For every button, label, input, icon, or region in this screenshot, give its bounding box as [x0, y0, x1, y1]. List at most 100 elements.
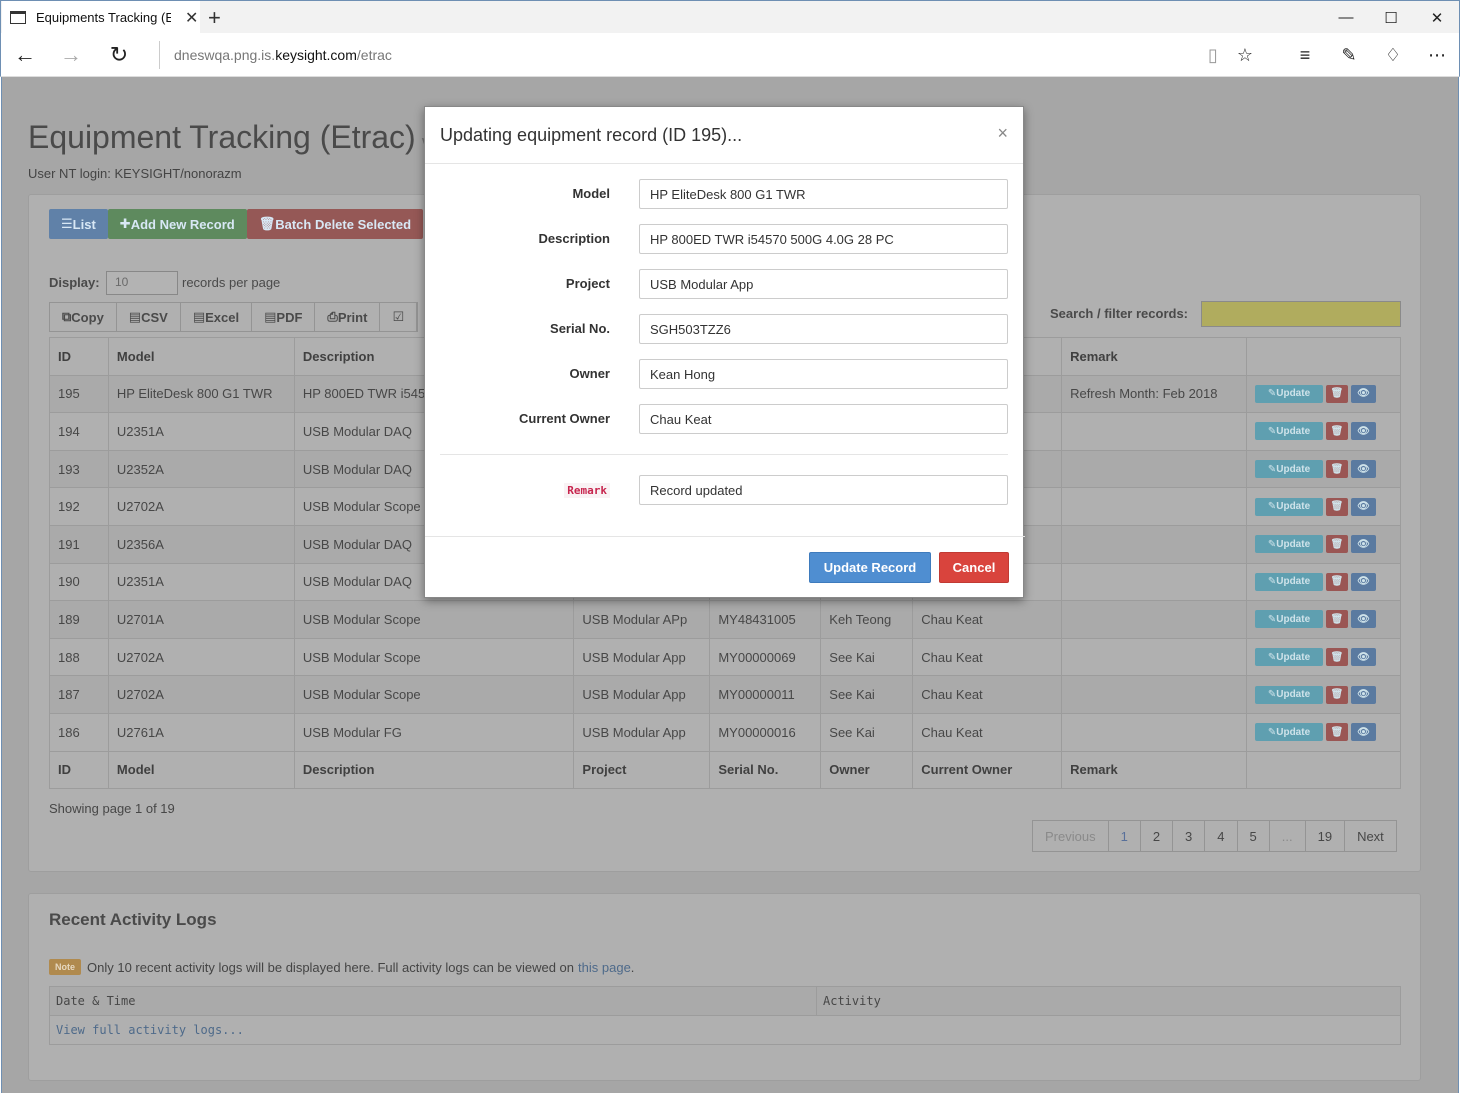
row-delete-button[interactable]: 🗑: [1326, 384, 1348, 403]
row-actions: ✎ Update 🗑 👁: [1255, 460, 1392, 479]
row-delete-button[interactable]: 🗑: [1326, 535, 1348, 554]
row-view-button[interactable]: 👁: [1351, 648, 1376, 667]
cell-description: USB Modular Scope: [293, 600, 575, 639]
csv-button[interactable]: ▤ CSV: [117, 303, 181, 331]
row-update-button[interactable]: ✎ Update: [1255, 685, 1323, 704]
edit-icon: ✎: [1267, 388, 1277, 400]
cell-project: USB Modular App: [573, 675, 711, 714]
description-input[interactable]: HP 800ED TWR i54570 500G 4.0G 28 PC: [639, 224, 1008, 254]
minimize-icon[interactable]: —: [1323, 1, 1369, 34]
eye-icon: 👁: [1357, 576, 1370, 588]
edit-icon: ✎: [1267, 425, 1277, 437]
row-delete-button[interactable]: 🗑: [1326, 685, 1348, 704]
cell-current-owner: Chau Keat: [912, 675, 1063, 714]
row-update-button[interactable]: ✎ Update: [1255, 497, 1323, 516]
back-arrow-icon[interactable]: ←: [9, 39, 41, 71]
row-delete-button[interactable]: 🗑: [1326, 572, 1348, 591]
cell-actions: ✎ Update 🗑 👁: [1246, 374, 1401, 414]
row-view-button[interactable]: 👁: [1351, 723, 1376, 742]
cancel-button[interactable]: Cancel: [939, 552, 1009, 583]
view-full-logs-link[interactable]: View full activity logs...: [56, 1023, 244, 1037]
row-update-label: Update: [1276, 538, 1311, 550]
remark-input[interactable]: Record updated: [639, 475, 1008, 505]
row-view-button[interactable]: 👁: [1351, 422, 1376, 441]
page-previous[interactable]: Previous: [1033, 821, 1109, 851]
this-page-link[interactable]: this page: [578, 960, 631, 975]
cell-id: 186: [49, 712, 109, 752]
cell-remark: [1061, 487, 1247, 526]
row-view-button[interactable]: 👁: [1351, 497, 1376, 516]
row-view-button[interactable]: 👁: [1351, 460, 1376, 479]
page-4[interactable]: 4: [1205, 821, 1238, 851]
tab-close-icon[interactable]: ✕: [185, 8, 198, 28]
row-update-button[interactable]: ✎ Update: [1255, 723, 1323, 742]
cell-description: USB Modular FG: [293, 712, 575, 752]
page-5[interactable]: 5: [1238, 821, 1270, 851]
window-close-icon[interactable]: ✕: [1414, 1, 1460, 34]
row-delete-button[interactable]: 🗑: [1326, 648, 1348, 667]
add-new-record-button[interactable]: ✚ Add New Record: [107, 209, 247, 239]
row-actions: ✎ Update 🗑 👁: [1255, 648, 1392, 667]
maximize-icon[interactable]: ☐: [1368, 1, 1414, 34]
page-3[interactable]: 3: [1173, 821, 1206, 851]
web-note-icon[interactable]: ✎: [1335, 41, 1363, 69]
note-badge: Note: [49, 959, 81, 975]
pdf-button[interactable]: ▤ PDF: [252, 303, 316, 331]
update-record-button[interactable]: Update Record: [809, 552, 931, 583]
owner-input[interactable]: Kean Hong: [639, 359, 1008, 389]
current-owner-input[interactable]: Chau Keat: [639, 404, 1008, 434]
row-update-button[interactable]: ✎ Update: [1255, 610, 1323, 629]
hub-icon[interactable]: ≡: [1291, 41, 1319, 69]
project-input[interactable]: USB Modular App: [639, 269, 1008, 299]
more-icon[interactable]: ⋯: [1423, 41, 1451, 69]
reading-view-icon[interactable]: ▯: [1199, 41, 1227, 69]
page-1[interactable]: 1: [1109, 821, 1141, 851]
row-delete-button[interactable]: 🗑: [1326, 723, 1348, 742]
row-delete-button[interactable]: 🗑: [1326, 460, 1348, 479]
select-button[interactable]: ☑: [380, 303, 418, 331]
row-view-button[interactable]: 👁: [1351, 610, 1376, 629]
row-update-button[interactable]: ✎ Update: [1255, 460, 1323, 479]
new-tab-icon[interactable]: +: [208, 5, 221, 31]
column-header-remark[interactable]: Remark: [1061, 337, 1247, 376]
row-view-button[interactable]: 👁: [1351, 384, 1376, 403]
address-bar[interactable]: dneswqa.png.is. keysight.com/etrac: [159, 41, 392, 69]
row-update-button[interactable]: ✎ Update: [1255, 648, 1323, 667]
row-update-button[interactable]: ✎ Update: [1255, 535, 1323, 554]
list-button[interactable]: ☰ List: [49, 209, 108, 239]
row-delete-button[interactable]: 🗑: [1326, 422, 1348, 441]
modal-close-icon[interactable]: ×: [997, 123, 1008, 144]
share-icon[interactable]: ♢: [1379, 41, 1407, 69]
search-input[interactable]: [1201, 301, 1401, 327]
page-19[interactable]: 19: [1306, 821, 1346, 851]
refresh-icon[interactable]: ↻: [103, 39, 135, 71]
cell-id: 193: [49, 449, 109, 489]
page-next[interactable]: Next: [1345, 821, 1396, 851]
row-view-button[interactable]: 👁: [1351, 685, 1376, 704]
row-update-button[interactable]: ✎ Update: [1255, 422, 1323, 441]
row-view-button[interactable]: 👁: [1351, 572, 1376, 591]
row-delete-button[interactable]: 🗑: [1326, 497, 1348, 516]
records-per-page-input[interactable]: 10: [106, 271, 178, 295]
column-header-id[interactable]: ID: [49, 337, 109, 376]
print-button[interactable]: ⎙ Print: [315, 303, 381, 331]
footer-current-owner: Current Owner: [912, 750, 1063, 790]
column-header-model[interactable]: Model: [107, 337, 295, 376]
row-actions: ✎ Update 🗑 👁: [1255, 422, 1392, 441]
browser-tab[interactable]: Equipments Tracking (Et ✕: [2, 1, 200, 34]
serial-input[interactable]: SGH503TZZ6: [639, 314, 1008, 344]
page-ellipsis: ...: [1270, 821, 1306, 851]
excel-button[interactable]: ▤ Excel: [181, 303, 253, 331]
model-input[interactable]: HP EliteDesk 800 G1 TWR: [639, 179, 1008, 209]
row-view-button[interactable]: 👁: [1351, 535, 1376, 554]
modal-footer: Update Record Cancel: [425, 536, 1025, 599]
page-2[interactable]: 2: [1141, 821, 1174, 851]
forward-arrow-icon[interactable]: →: [55, 39, 87, 71]
favorite-star-icon[interactable]: ☆: [1231, 41, 1259, 69]
row-delete-button[interactable]: 🗑: [1326, 610, 1348, 629]
copy-button[interactable]: ⧉ Copy: [50, 303, 117, 331]
batch-delete-button[interactable]: 🗑 Batch Delete Selected: [246, 209, 424, 239]
row-update-button[interactable]: ✎ Update: [1255, 384, 1323, 403]
row-update-button[interactable]: ✎ Update: [1255, 572, 1323, 591]
eye-icon: 👁: [1357, 689, 1370, 701]
